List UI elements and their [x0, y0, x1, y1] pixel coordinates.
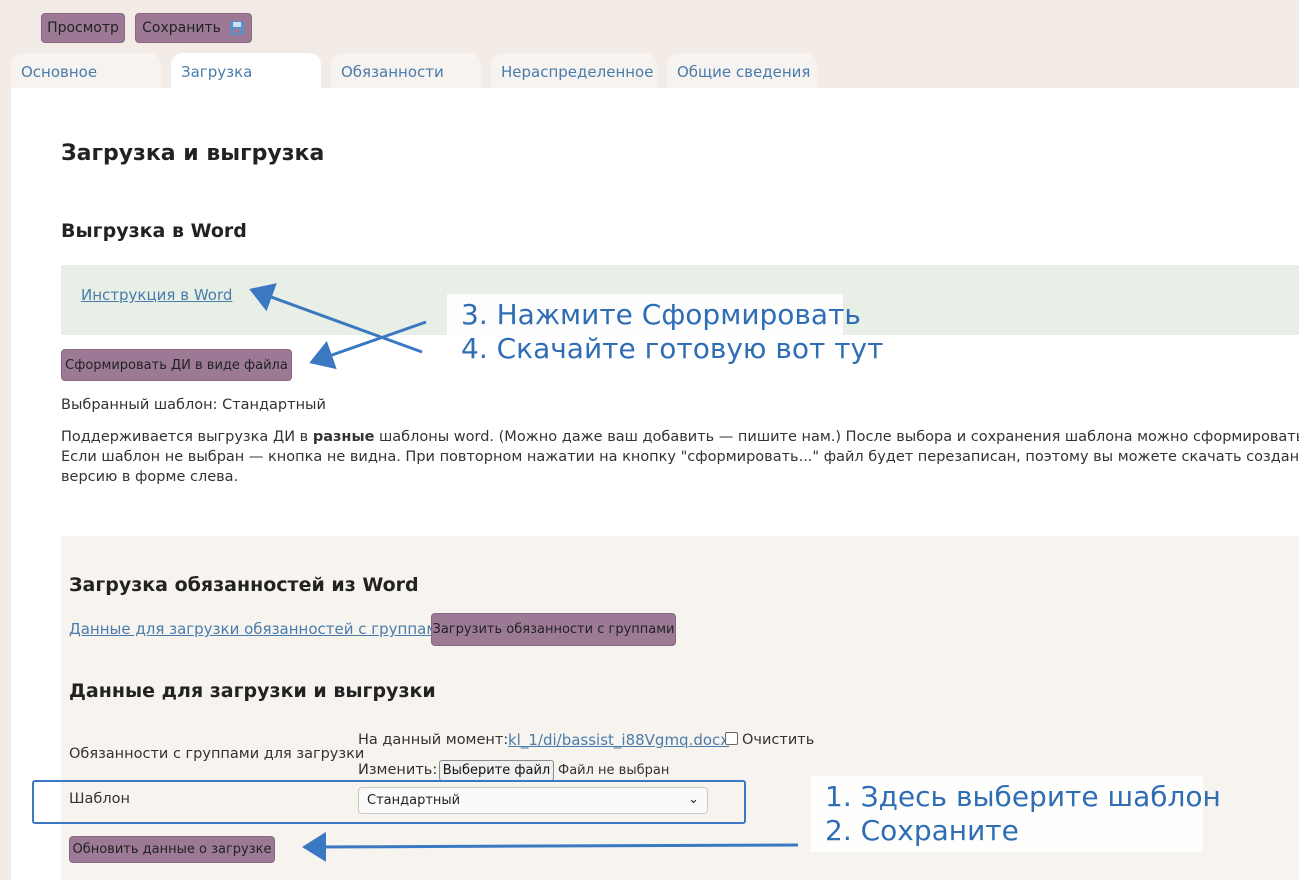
preview-button[interactable]: Просмотр: [41, 13, 125, 43]
clear-label: Очистить: [742, 732, 815, 748]
floppy-disk-icon: [229, 20, 245, 36]
update-data-button[interactable]: Обновить данные о загрузке: [69, 836, 275, 863]
selected-template-text: Выбранный шаблон: Стандартный: [61, 397, 326, 413]
choose-file-button[interactable]: Выберите файл: [439, 760, 554, 781]
annotation-bottom-line1: 1. Здесь выберите шаблон: [825, 780, 1221, 813]
import-heading: Загрузка обязанностей из Word: [69, 574, 419, 596]
annotation-bottom: 1. Здесь выберите шаблон 2. Сохраните: [811, 776, 1221, 852]
no-file-text: Файл не выбран: [558, 763, 670, 778]
annotation-top: 3. Нажмите Сформировать 4. Скачайте гото…: [447, 294, 884, 370]
export-heading: Выгрузка в Word: [61, 220, 247, 242]
template-highlight-box: [32, 780, 746, 824]
desc-bold: разные: [312, 429, 375, 445]
annotation-top-line2: 4. Скачайте готовую вот тут: [461, 332, 884, 365]
export-description: Поддерживается выгрузка ДИ в разные шабл…: [61, 427, 1299, 487]
desc-part2: шаблоны word. (Можно даже ваш добавить —…: [374, 429, 1299, 445]
tab-duties[interactable]: Обязанности: [331, 53, 481, 88]
page-title: Загрузка и выгрузка: [61, 141, 325, 166]
tab-upload[interactable]: Загрузка: [171, 53, 321, 88]
annotation-top-line1: 3. Нажмите Сформировать: [461, 298, 861, 331]
current-file-link[interactable]: kl_1/di/bassist_i88Vgmq.docx: [508, 731, 729, 749]
desc-part1: Поддерживается выгрузка ДИ в: [61, 429, 313, 445]
clear-checkbox[interactable]: [725, 732, 738, 745]
desc-line3: версию в форме слева.: [61, 469, 239, 485]
tab-unassigned[interactable]: Нераспределенное: [491, 53, 657, 88]
annotation-bottom-line2: 2. Сохраните: [825, 814, 1019, 847]
duties-field-label: Обязанности с группами для загрузки: [69, 746, 365, 762]
save-button[interactable]: Сохранить: [135, 13, 252, 43]
desc-line2: Если шаблон не выбран — кнопка не видна.…: [61, 449, 1299, 465]
tab-main[interactable]: Основное: [11, 53, 161, 88]
generate-file-button[interactable]: Сформировать ДИ в виде файла: [61, 349, 292, 381]
import-data-link[interactable]: Данные для загрузки обязанностей с групп…: [69, 620, 447, 638]
upload-duties-button[interactable]: Загрузить обязанности с группами: [431, 613, 676, 646]
save-button-label: Сохранить: [142, 20, 221, 36]
data-heading: Данные для загрузки и выгрузки: [69, 680, 436, 702]
tab-general-info[interactable]: Общие сведения: [667, 53, 817, 88]
instruction-link[interactable]: Инструкция в Word: [81, 286, 232, 304]
change-label: Изменить:: [358, 762, 438, 778]
current-file-label: На данный момент:: [358, 732, 509, 748]
